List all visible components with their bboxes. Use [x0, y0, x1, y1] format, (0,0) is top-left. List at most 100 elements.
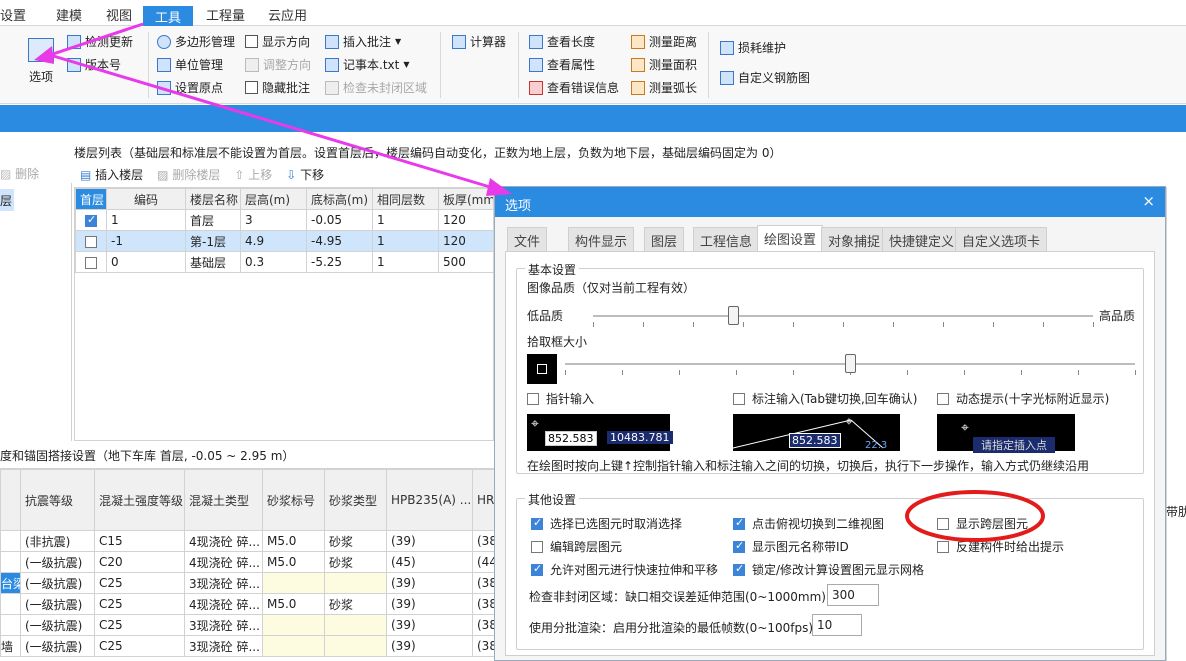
table-cell[interactable]: C25: [94, 593, 185, 615]
lock-grid-option[interactable]: 锁定/修改计算设置图元显示网格: [733, 561, 924, 578]
loss-maintain-button[interactable]: 损耗维护: [720, 39, 786, 56]
table-cell[interactable]: 基础层: [185, 251, 241, 273]
table-cell[interactable]: (45): [386, 551, 473, 573]
dim-input-option[interactable]: 标注输入(Tab键切换,回车确认): [733, 390, 918, 407]
tab-component-display[interactable]: 构件显示: [568, 227, 635, 251]
table-cell[interactable]: 120: [438, 209, 493, 231]
table-cell[interactable]: 4现浇砼 碎...: [184, 551, 263, 573]
checkbox-icon[interactable]: [531, 540, 543, 553]
menu-modeling[interactable]: 建模: [56, 5, 82, 24]
table-cell[interactable]: (一级抗震): [20, 635, 95, 657]
quick-stretch-option[interactable]: 允许对图元进行快速拉伸和平移: [531, 561, 718, 578]
checkbox-icon[interactable]: [527, 392, 539, 405]
table-cell[interactable]: 1: [372, 251, 439, 273]
table-cell[interactable]: (38/: [472, 530, 494, 552]
table-row[interactable]: 1 首层 3 -0.05 1 120: [75, 209, 493, 231]
table-cell[interactable]: [262, 572, 325, 594]
show-cross-layer-option[interactable]: 显示跨层图元: [937, 515, 1028, 532]
table-cell[interactable]: C15: [94, 530, 185, 552]
tab-file[interactable]: 文件: [507, 227, 548, 251]
table-cell[interactable]: 1: [106, 209, 186, 231]
table-cell[interactable]: 3: [240, 209, 307, 231]
calculator-button[interactable]: 计算器: [452, 33, 506, 50]
table-cell[interactable]: (一级抗震): [20, 572, 95, 594]
checkbox-checked-icon[interactable]: [733, 562, 745, 576]
menu-settings[interactable]: 设置: [0, 5, 26, 24]
first-floor-cell[interactable]: [75, 230, 107, 252]
batch-render-input[interactable]: 10: [812, 614, 862, 636]
view-attr-button[interactable]: 查看属性: [529, 56, 595, 73]
table-cell[interactable]: 1: [372, 209, 439, 231]
table-cell[interactable]: C25: [94, 614, 185, 636]
set-origin-button[interactable]: 设置原点: [157, 79, 223, 96]
view-length-button[interactable]: 查看长度: [529, 33, 595, 50]
table-cell[interactable]: C25: [94, 572, 185, 594]
tab-project-info[interactable]: 工程信息: [693, 227, 760, 251]
pickbox-slider-thumb[interactable]: [845, 354, 856, 373]
table-cell[interactable]: 4现浇砼 碎...: [184, 593, 263, 615]
table-row[interactable]: -1 第-1层 4.9 -4.95 1 120: [75, 230, 493, 252]
show-direction-checkbox[interactable]: 显示方向: [245, 33, 310, 50]
table-cell[interactable]: 第-1层: [185, 230, 241, 252]
measure-arc-button[interactable]: 测量弧长: [631, 79, 697, 96]
table-cell[interactable]: [262, 635, 325, 657]
table-cell[interactable]: 1: [372, 230, 439, 252]
tab-layer[interactable]: 图层: [644, 227, 685, 251]
table-cell[interactable]: [262, 614, 325, 636]
table-cell[interactable]: C20: [94, 551, 185, 573]
table-cell[interactable]: 0: [106, 251, 186, 273]
table-cell[interactable]: (39): [386, 530, 473, 552]
table-cell[interactable]: 砂浆: [324, 551, 387, 573]
checkbox-icon[interactable]: [85, 235, 97, 248]
table-cell[interactable]: [324, 572, 387, 594]
gap-range-input[interactable]: 300: [827, 584, 879, 606]
table-cell[interactable]: C25: [94, 635, 185, 657]
table-cell[interactable]: (39): [386, 635, 473, 657]
table-cell[interactable]: M5.0: [262, 530, 325, 552]
table-cell[interactable]: [324, 614, 387, 636]
table-cell[interactable]: -0.05: [306, 209, 373, 231]
move-up-button[interactable]: ⇧ 上移: [234, 166, 272, 183]
tab-shortcuts[interactable]: 快捷键定义: [882, 227, 962, 251]
table-cell[interactable]: 首层: [185, 209, 241, 231]
table-cell[interactable]: (38/: [472, 572, 494, 594]
notepad-button[interactable]: 记事本.txt ▼: [325, 56, 409, 73]
dynamic-tip-option[interactable]: 动态提示(十字光标附近显示): [937, 390, 1109, 407]
checkbox-icon[interactable]: [937, 517, 949, 530]
table-row[interactable]: 0 基础层 0.3 -5.25 1 500: [75, 251, 493, 273]
menu-cloud[interactable]: 云应用: [268, 5, 307, 24]
menu-tools[interactable]: 工具: [143, 6, 194, 26]
table-cell[interactable]: [324, 635, 387, 657]
tab-object-snap[interactable]: 对象捕捉: [821, 227, 888, 251]
deselect-option[interactable]: 选择已选图元时取消选择: [531, 515, 682, 532]
edit-cross-layer-option[interactable]: 编辑跨层图元: [531, 538, 622, 555]
check-unclosed-button[interactable]: 检查未封闭区域: [325, 79, 427, 96]
checkbox-icon[interactable]: [937, 392, 949, 405]
quality-slider[interactable]: [593, 315, 1093, 317]
table-cell[interactable]: -4.95: [306, 230, 373, 252]
custom-rebar-button[interactable]: 自定义钢筋图: [720, 69, 810, 86]
table-cell[interactable]: (一级抗震): [20, 593, 95, 615]
insert-floor-button[interactable]: ▤ 插入楼层: [80, 166, 143, 183]
close-icon[interactable]: ×: [1142, 192, 1155, 210]
unit-manage-button[interactable]: 单位管理: [157, 56, 223, 73]
dialog-title-bar[interactable]: 选项: [495, 187, 1165, 217]
options-icon[interactable]: [28, 38, 54, 62]
table-cell[interactable]: 3现浇砼 碎...: [184, 614, 263, 636]
table-cell[interactable]: 0.3: [240, 251, 307, 273]
table-cell[interactable]: 3现浇砼 碎...: [184, 635, 263, 657]
view-errors-button[interactable]: 查看错误信息: [529, 79, 619, 96]
checkbox-icon[interactable]: [733, 392, 745, 405]
table-cell[interactable]: -5.25: [306, 251, 373, 273]
checkbox-checked-icon[interactable]: [733, 516, 745, 530]
menu-view[interactable]: 视图: [106, 5, 132, 24]
table-cell[interactable]: 砂浆: [324, 530, 387, 552]
table-cell[interactable]: (38/: [472, 593, 494, 615]
pointer-input-option[interactable]: 指针输入: [527, 390, 594, 407]
table-cell[interactable]: (38/: [472, 614, 494, 636]
quality-slider-thumb[interactable]: [728, 306, 739, 325]
measure-area-button[interactable]: 测量面积: [631, 56, 697, 73]
checkbox-checked-icon[interactable]: [733, 539, 745, 553]
table-cell[interactable]: (38/: [472, 635, 494, 657]
topview-2d-option[interactable]: 点击俯视切换到二维视图: [733, 515, 884, 532]
